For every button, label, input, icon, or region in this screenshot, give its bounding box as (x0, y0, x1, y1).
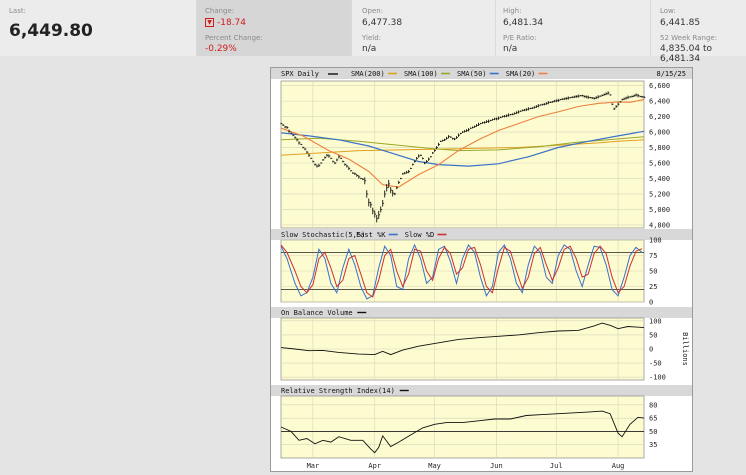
y-tick-price-4: 5,800 (649, 144, 670, 152)
high-label: High: (503, 7, 522, 15)
panel-title-price: SPX Daily (281, 70, 319, 78)
y-tick-stoch-3: 25 (649, 283, 657, 291)
x-tick-aug: Aug (612, 462, 625, 470)
last-label: Last: (9, 7, 26, 15)
y-axis-label-obv: Billions (681, 332, 689, 366)
open-value: 6,477.38 (362, 18, 403, 28)
y-tick-stoch-1: 75 (649, 252, 657, 260)
open-cell: Open: 6,477.38 Yield: n/a (351, 0, 495, 56)
y-tick-price-9: 4,800 (649, 221, 670, 229)
y-tick-stoch-2: 50 (649, 268, 657, 276)
legend-label-price-1: SMA(100) (404, 70, 438, 78)
panel-title-rsi: Relative Strength Index(14) (281, 387, 395, 395)
legend-label-price-0: SMA(200) (351, 70, 385, 78)
percent-change-value: -0.29% (205, 44, 237, 54)
x-tick-apr: Apr (368, 462, 381, 470)
legend-label-price-3: SMA(20) (506, 70, 536, 78)
y-tick-obv-2: 0 (649, 346, 653, 354)
x-tick-may: May (428, 462, 441, 470)
y-tick-obv-1: 50 (649, 331, 657, 339)
down-arrow-box-icon: ▼ (205, 18, 214, 27)
y-tick-price-2: 6,200 (649, 113, 670, 121)
pe-ratio-value: n/a (503, 44, 518, 54)
last-cell: Last: 6,449.80 (0, 0, 196, 56)
y-tick-rsi-1: 65 (649, 415, 657, 423)
x-tick-mar: Mar (307, 462, 320, 470)
y-tick-obv-4: -100 (649, 374, 666, 382)
chart-svg: SPX Daily SMA(200) SMA(100) SMA(50) SMA(20) 8… (271, 68, 692, 470)
last-value: 6,449.80 (9, 21, 93, 41)
legend-label-stoch-0: Fast %K (356, 231, 386, 239)
low-cell: Low: 6,441.85 52 Week Range: 4,835.04 to… (650, 0, 746, 64)
percent-change-label: Percent Change: (205, 34, 263, 42)
y-tick-obv-3: -50 (649, 360, 662, 368)
y-tick-obv-0: 100 (649, 317, 662, 325)
legend-label-price-2: SMA(50) (457, 70, 487, 78)
y-tick-price-0: 6,600 (649, 82, 670, 90)
y-tick-rsi-2: 50 (649, 428, 657, 436)
y-tick-rsi-0: 80 (649, 401, 657, 409)
y-tick-price-6: 5,400 (649, 175, 670, 183)
week52-range-label: 52 Week Range: (660, 34, 718, 42)
change-cell: Change: ▼ -18.74 Percent Change: -0.29% (196, 0, 351, 56)
pe-ratio-label: P/E Ratio: (503, 34, 537, 42)
y-tick-stoch-0: 100 (649, 237, 662, 245)
week52-range-value: 4,835.04 to 6,481.34 (660, 44, 712, 64)
plot-area-price (280, 80, 645, 229)
panel-title-stoch: Slow Stochastic(5,5) (281, 231, 365, 239)
y-tick-stoch-4: 0 (649, 299, 653, 307)
yield-label: Yield: (362, 34, 382, 42)
chart-date: 8/15/25 (656, 70, 686, 78)
plot-area-rsi (280, 395, 645, 459)
yield-value: n/a (362, 44, 377, 54)
open-label: Open: (362, 7, 384, 15)
high-value: 6,481.34 (503, 18, 544, 28)
quote-bar: Last: 6,449.80 Change: ▼ -18.74 Percent C… (0, 0, 746, 64)
x-tick-jul: Jul (550, 462, 563, 470)
y-tick-price-8: 5,000 (649, 206, 670, 214)
panel-title-obv: On Balance Volume (281, 309, 353, 317)
change-value-wrap: ▼ -18.74 (205, 18, 246, 28)
low-label: Low: (660, 7, 676, 15)
change-value: -18.74 (217, 18, 247, 28)
low-value: 6,441.85 (660, 18, 701, 28)
x-tick-jun: Jun (490, 462, 503, 470)
y-tick-rsi-3: 35 (649, 441, 657, 449)
y-tick-price-3: 6,000 (649, 129, 670, 137)
high-cell: High: 6,481.34 P/E Ratio: n/a (495, 0, 650, 56)
chart-container: SPX Daily SMA(200) SMA(100) SMA(50) SMA(20) 8… (270, 67, 693, 472)
y-tick-price-1: 6,400 (649, 98, 670, 106)
legend-label-stoch-1: Slow %D (405, 231, 435, 239)
y-tick-price-7: 5,200 (649, 190, 670, 198)
y-tick-price-5: 5,600 (649, 160, 670, 168)
change-label: Change: (205, 7, 235, 15)
